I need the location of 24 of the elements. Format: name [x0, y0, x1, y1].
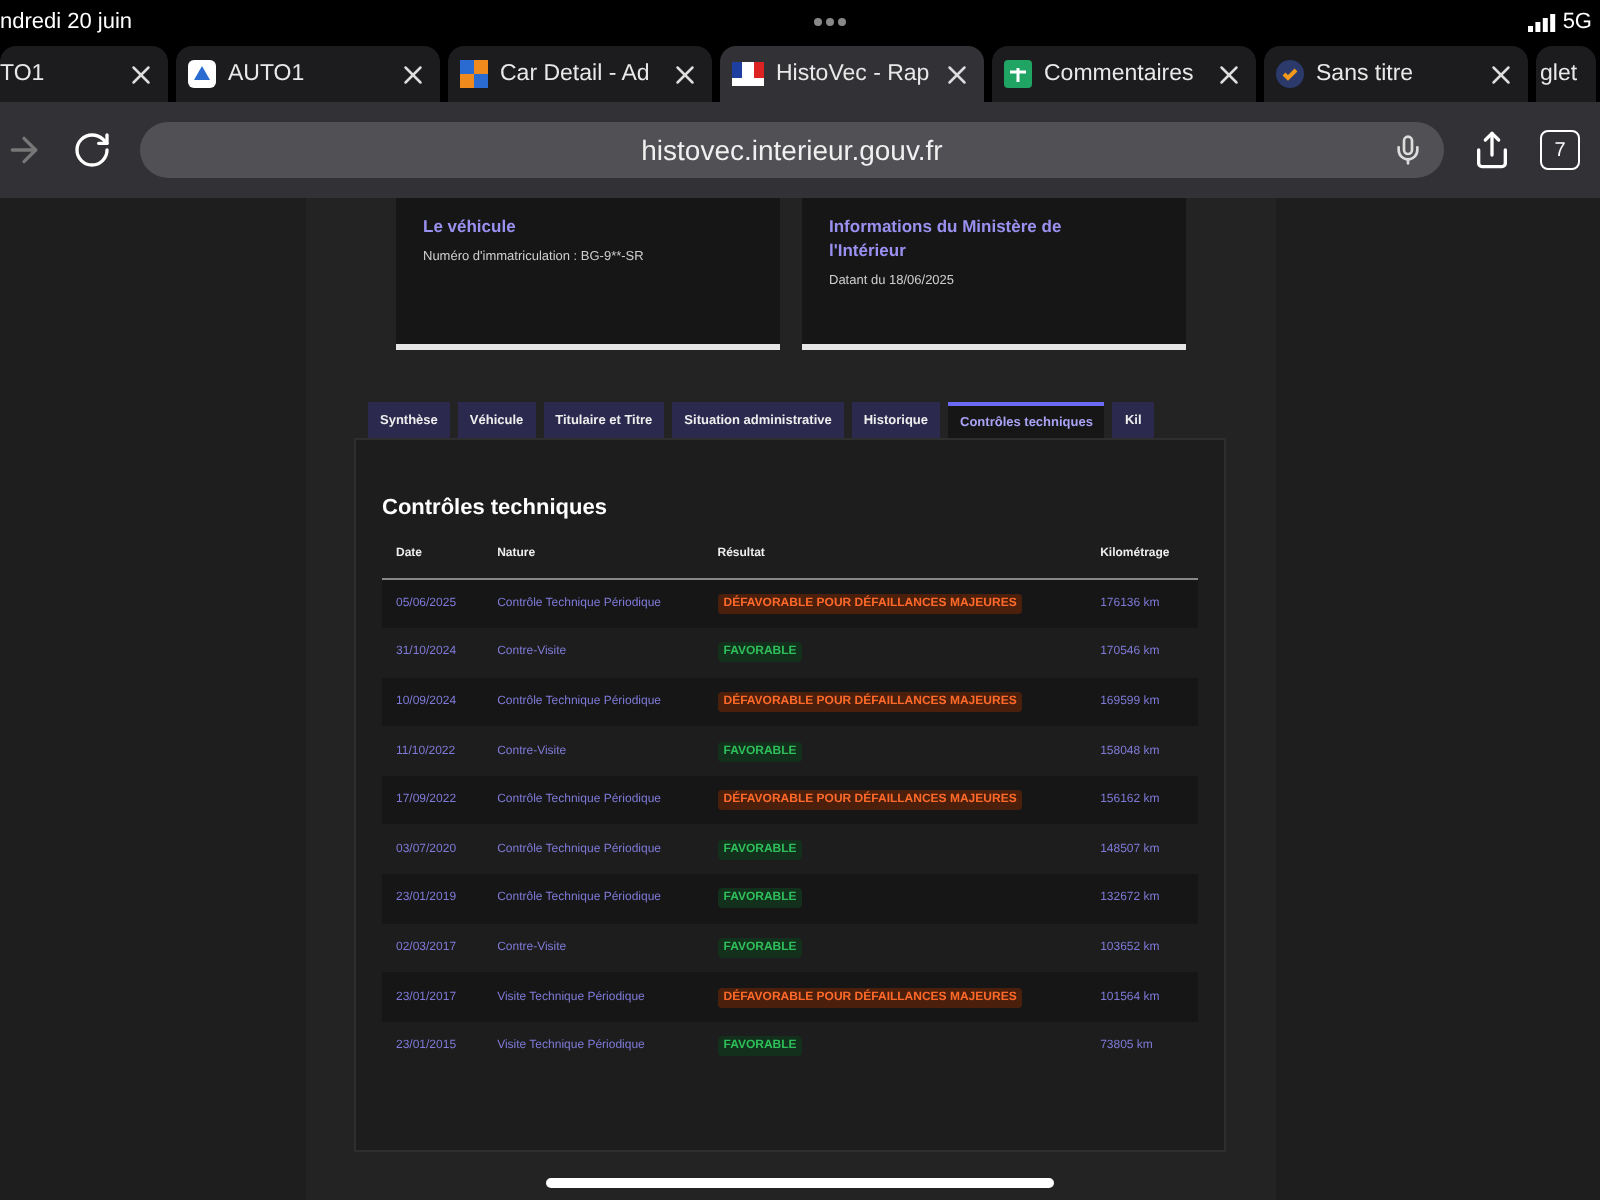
status-date: ndredi 20 juin [0, 10, 133, 34]
auto-logo-icon [188, 60, 216, 88]
reload-icon[interactable] [72, 130, 112, 170]
squares-logo-icon [460, 60, 488, 88]
tab-count-button[interactable]: 7 [1540, 130, 1580, 170]
microphone-icon[interactable] [1392, 134, 1424, 166]
browser-tab[interactable]: glet [1536, 46, 1596, 102]
browser-tab[interactable]: AUTO1 [176, 46, 440, 102]
check-circle-icon [1276, 60, 1304, 88]
more-dots-icon [812, 16, 849, 28]
section-title: Contrôles techniques [382, 496, 609, 520]
browser-tab[interactable]: Car Detail - Ad [448, 46, 712, 102]
signal-icon [1528, 13, 1557, 31]
flag-icon [732, 62, 764, 86]
browser-tab[interactable]: TO1 [0, 46, 168, 102]
address-field[interactable]: histovec.interieur.gouv.fr [140, 122, 1444, 178]
browser-tab[interactable]: Sans titre [1264, 46, 1528, 102]
share-icon[interactable] [1472, 130, 1512, 170]
network-label: 5G [1562, 10, 1592, 34]
spreadsheet-icon [1004, 60, 1032, 88]
card-title: Le véhicule [423, 214, 518, 238]
browser-tab[interactable]: HistoVec - Rap [720, 46, 984, 102]
browser-tab[interactable]: Commentaires [992, 46, 1256, 102]
card-title: Informations du Ministère de l'Intérieur [829, 214, 1064, 262]
